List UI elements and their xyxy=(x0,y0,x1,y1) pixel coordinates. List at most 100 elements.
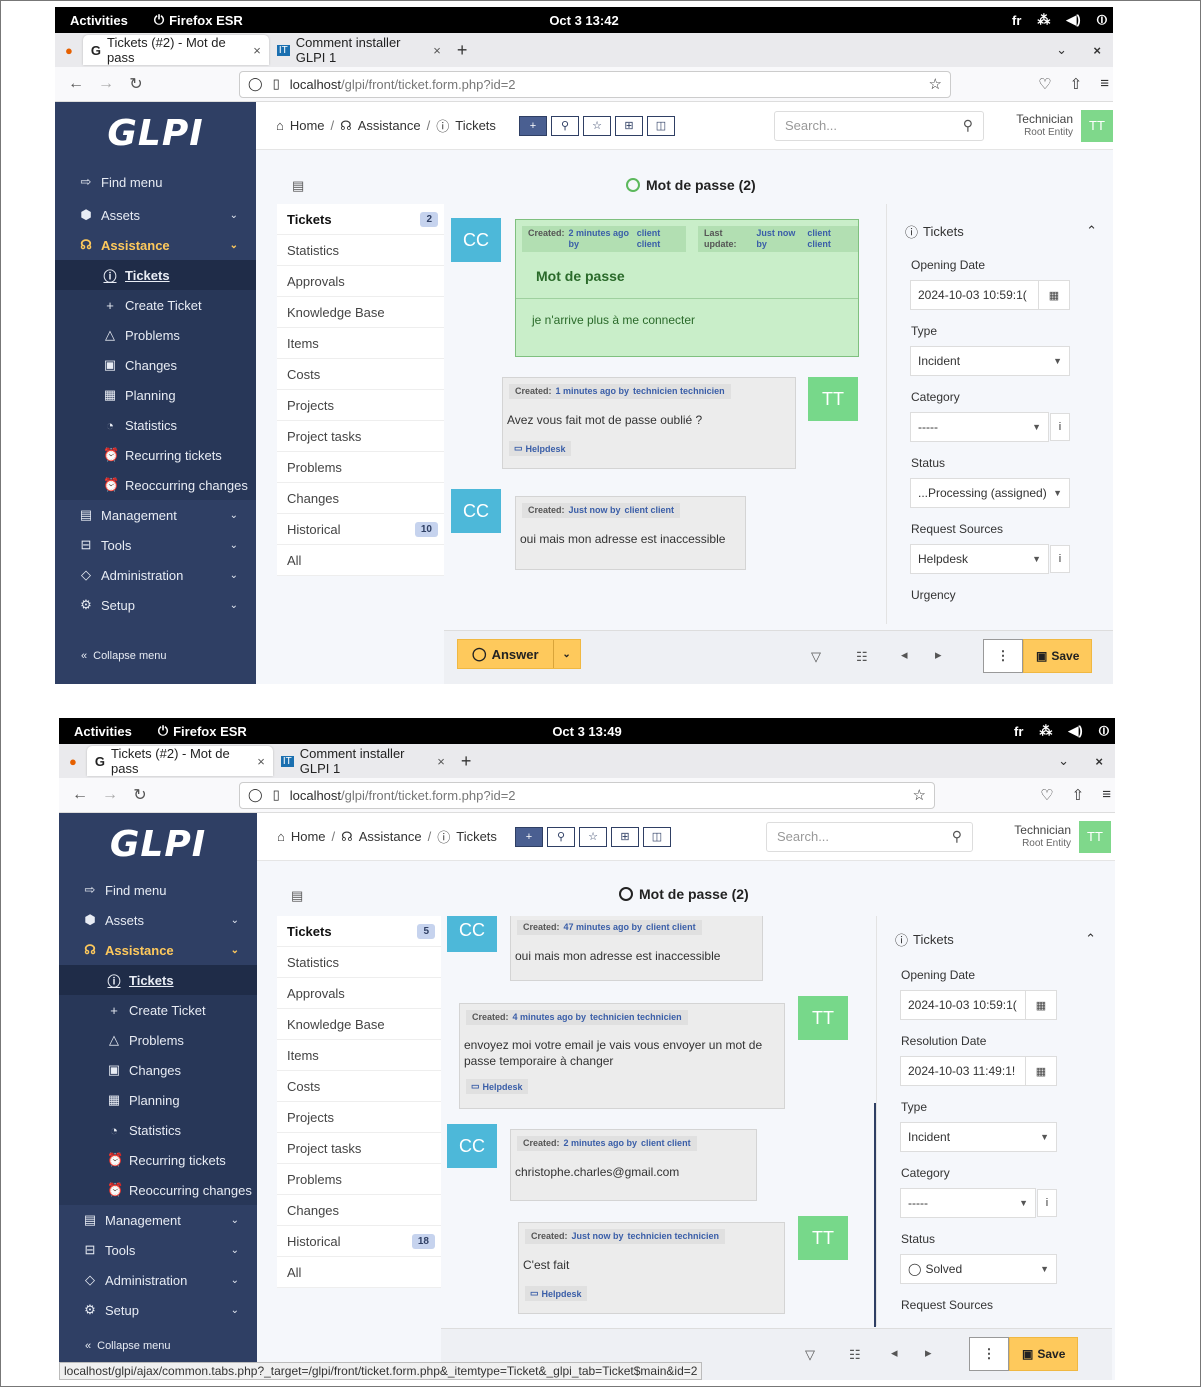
status-select[interactable]: ◯ Solved ▼ xyxy=(900,1254,1057,1284)
info-icon[interactable]: i xyxy=(1050,413,1070,441)
window-close-icon[interactable]: × xyxy=(1095,754,1103,769)
clock[interactable]: Oct 3 13:42 xyxy=(549,13,618,28)
window-close-icon[interactable]: × xyxy=(1093,43,1101,58)
sidebar-item-setup[interactable]: ⚙ Setup ⌄ xyxy=(59,1295,257,1325)
save-button[interactable]: ▣ Save xyxy=(1023,639,1093,673)
info-icon[interactable]: i xyxy=(1050,545,1070,573)
tab-changes[interactable]: Changes xyxy=(277,1195,441,1226)
sidebar-item-management[interactable]: ▤ Management ⌄ xyxy=(55,500,256,530)
list-tabs-icon[interactable]: ⌄ xyxy=(1058,753,1069,769)
ticket-description[interactable]: Created: 2 minutes ago by client client La… xyxy=(515,219,859,357)
sidebar-item-planning[interactable]: ▦ Planning xyxy=(55,380,256,410)
tab-historical[interactable]: Historical 18 xyxy=(277,1226,441,1257)
tab-approvals[interactable]: Approvals xyxy=(277,266,444,297)
tab-tickets[interactable]: Tickets 2 xyxy=(277,204,444,235)
sidebar-item-problems[interactable]: △ Problems xyxy=(59,1025,257,1055)
extensions-icon[interactable]: ⇧ xyxy=(1070,75,1083,93)
sidebar-item-recurring-tickets[interactable]: ⏰ Recurring tickets xyxy=(55,440,256,470)
prev-icon[interactable]: ◂ xyxy=(891,1345,898,1361)
resolution-date-input[interactable]: 2024-10-03 11:49:1! ▦ xyxy=(900,1056,1057,1086)
prev-icon[interactable]: ◂ xyxy=(901,647,908,663)
category-select[interactable]: ----- ▼ i xyxy=(900,1188,1057,1218)
star-icon[interactable]: ☆ xyxy=(583,115,611,136)
activities-button[interactable]: Activities xyxy=(74,724,132,739)
collapse-menu[interactable]: « Collapse menu xyxy=(85,1340,171,1352)
hamburger-menu-icon[interactable]: ≡ xyxy=(1100,75,1109,93)
sidebar-item-assets[interactable]: ⬢ Assets ⌄ xyxy=(55,200,256,230)
close-tab-icon[interactable]: × xyxy=(437,754,445,769)
sidebar-item-setup[interactable]: ⚙ Setup ⌄ xyxy=(55,590,256,620)
followup[interactable]: Created: Just now by technicien technicien… xyxy=(518,1222,785,1314)
global-search-input[interactable]: Search... ⚲ xyxy=(774,110,984,141)
reload-icon[interactable]: ↻ xyxy=(125,785,155,805)
forward-icon[interactable]: → xyxy=(95,786,125,804)
glpi-logo[interactable]: GLPI xyxy=(55,102,256,164)
system-tray[interactable]: fr ⁂ ◀) ⏼ xyxy=(1012,12,1107,28)
firefox-app-menu[interactable]: ⏻ Firefox ESR xyxy=(158,723,247,739)
user-menu[interactable]: Technician Root Entity TT xyxy=(1014,820,1111,853)
template-icon[interactable]: ⊞ xyxy=(615,115,643,136)
chevron-down-icon[interactable]: ⌄ xyxy=(554,649,580,660)
tab-changes[interactable]: Changes xyxy=(277,483,444,514)
tab-glpi-ticket[interactable]: G Tickets (#2) - Mot de pass × xyxy=(86,746,273,776)
tab-costs[interactable]: Costs xyxy=(277,1071,441,1102)
url-bar[interactable]: ◯ ▯ localhost/glpi/front/ticket.form.php?… xyxy=(239,70,951,98)
star-icon[interactable]: ☆ xyxy=(579,826,607,847)
tab-all[interactable]: All xyxy=(277,1257,441,1288)
keyboard-layout[interactable]: fr xyxy=(1012,13,1021,28)
sidebar-item-statistics[interactable]: ◔ Statistics xyxy=(55,410,256,440)
request-source-select[interactable]: Helpdesk ▼ i xyxy=(910,544,1070,574)
category-select[interactable]: ----- ▼ i xyxy=(910,412,1070,442)
list-view-icon[interactable]: ▤ xyxy=(291,888,303,904)
breadcrumb-home[interactable]: Home xyxy=(290,118,325,133)
tab-items[interactable]: Items xyxy=(277,328,444,359)
sidebar-item-tickets[interactable]: ⓘ Tickets xyxy=(55,260,256,290)
sidebar-item-create-ticket[interactable]: + Create Ticket xyxy=(55,290,256,320)
layout-icon[interactable]: ◫ xyxy=(643,826,671,847)
sort-list-icon[interactable]: ☷ xyxy=(856,649,868,665)
template-icon[interactable]: ⊞ xyxy=(611,826,639,847)
sidebar-item-administration[interactable]: ◇ Administration ⌄ xyxy=(59,1265,257,1295)
breadcrumb-home[interactable]: Home xyxy=(291,829,326,844)
add-button[interactable]: + xyxy=(515,826,543,847)
tab-projects[interactable]: Projects xyxy=(277,390,444,421)
calendar-icon[interactable]: ▦ xyxy=(1025,991,1056,1019)
bookmark-star-icon[interactable]: ☆ xyxy=(913,786,926,804)
tab-all[interactable]: All xyxy=(277,545,444,576)
sidebar-item-problems[interactable]: △ Problems xyxy=(55,320,256,350)
back-icon[interactable]: ← xyxy=(61,75,91,93)
calendar-icon[interactable]: ▦ xyxy=(1038,281,1069,309)
followup[interactable]: Created: 4 minutes ago by technicien techn… xyxy=(459,1003,785,1109)
sidebar-item-administration[interactable]: ◇ Administration ⌄ xyxy=(55,560,256,590)
more-actions-button[interactable]: ⋮ xyxy=(983,639,1023,673)
new-tab-icon[interactable]: + xyxy=(461,751,472,772)
extensions-icon[interactable]: ⇧ xyxy=(1072,786,1085,804)
clock[interactable]: Oct 3 13:49 xyxy=(552,724,621,739)
sidebar-item-reoccurring-changes[interactable]: ⏰ Reoccurring changes xyxy=(55,470,256,500)
firefox-view-icon[interactable]: ● xyxy=(65,43,73,58)
forward-icon[interactable]: → xyxy=(91,75,121,93)
user-menu[interactable]: Technician Root Entity TT xyxy=(1016,109,1113,142)
filter-icon[interactable]: ▽ xyxy=(811,649,821,665)
search-icon[interactable]: ⚲ xyxy=(547,826,575,847)
tab-install-glpi[interactable]: IT Comment installer GLPI 1 × xyxy=(273,746,453,776)
sidebar-item-statistics[interactable]: ◔ Statistics xyxy=(59,1115,257,1145)
breadcrumb-tickets[interactable]: Tickets xyxy=(456,829,497,844)
url-bar[interactable]: ◯ ▯ localhost/glpi/front/ticket.form.php?… xyxy=(239,781,935,809)
followup[interactable]: Created: 1 minutes ago by technicien techn… xyxy=(502,377,796,469)
pocket-icon[interactable]: ♡ xyxy=(1040,786,1053,804)
layout-icon[interactable]: ◫ xyxy=(647,115,675,136)
new-tab-icon[interactable]: + xyxy=(457,40,468,61)
tab-historical[interactable]: Historical 10 xyxy=(277,514,444,545)
followup[interactable]: Created: 47 minutes ago by client client o… xyxy=(510,916,763,981)
back-icon[interactable]: ← xyxy=(65,786,95,804)
reload-icon[interactable]: ↻ xyxy=(121,74,151,94)
global-search-input[interactable]: Search... ⚲ xyxy=(766,821,973,852)
tab-statistics[interactable]: Statistics xyxy=(277,235,444,266)
breadcrumb-assistance[interactable]: Assistance xyxy=(358,118,421,133)
opening-date-input[interactable]: 2024-10-03 10:59:1(▦ xyxy=(910,280,1070,310)
tab-approvals[interactable]: Approvals xyxy=(277,978,441,1009)
tab-project-tasks[interactable]: Project tasks xyxy=(277,421,444,452)
hamburger-menu-icon[interactable]: ≡ xyxy=(1102,786,1111,804)
sidebar-item-assistance[interactable]: ☊ Assistance ⌄ xyxy=(59,935,257,965)
